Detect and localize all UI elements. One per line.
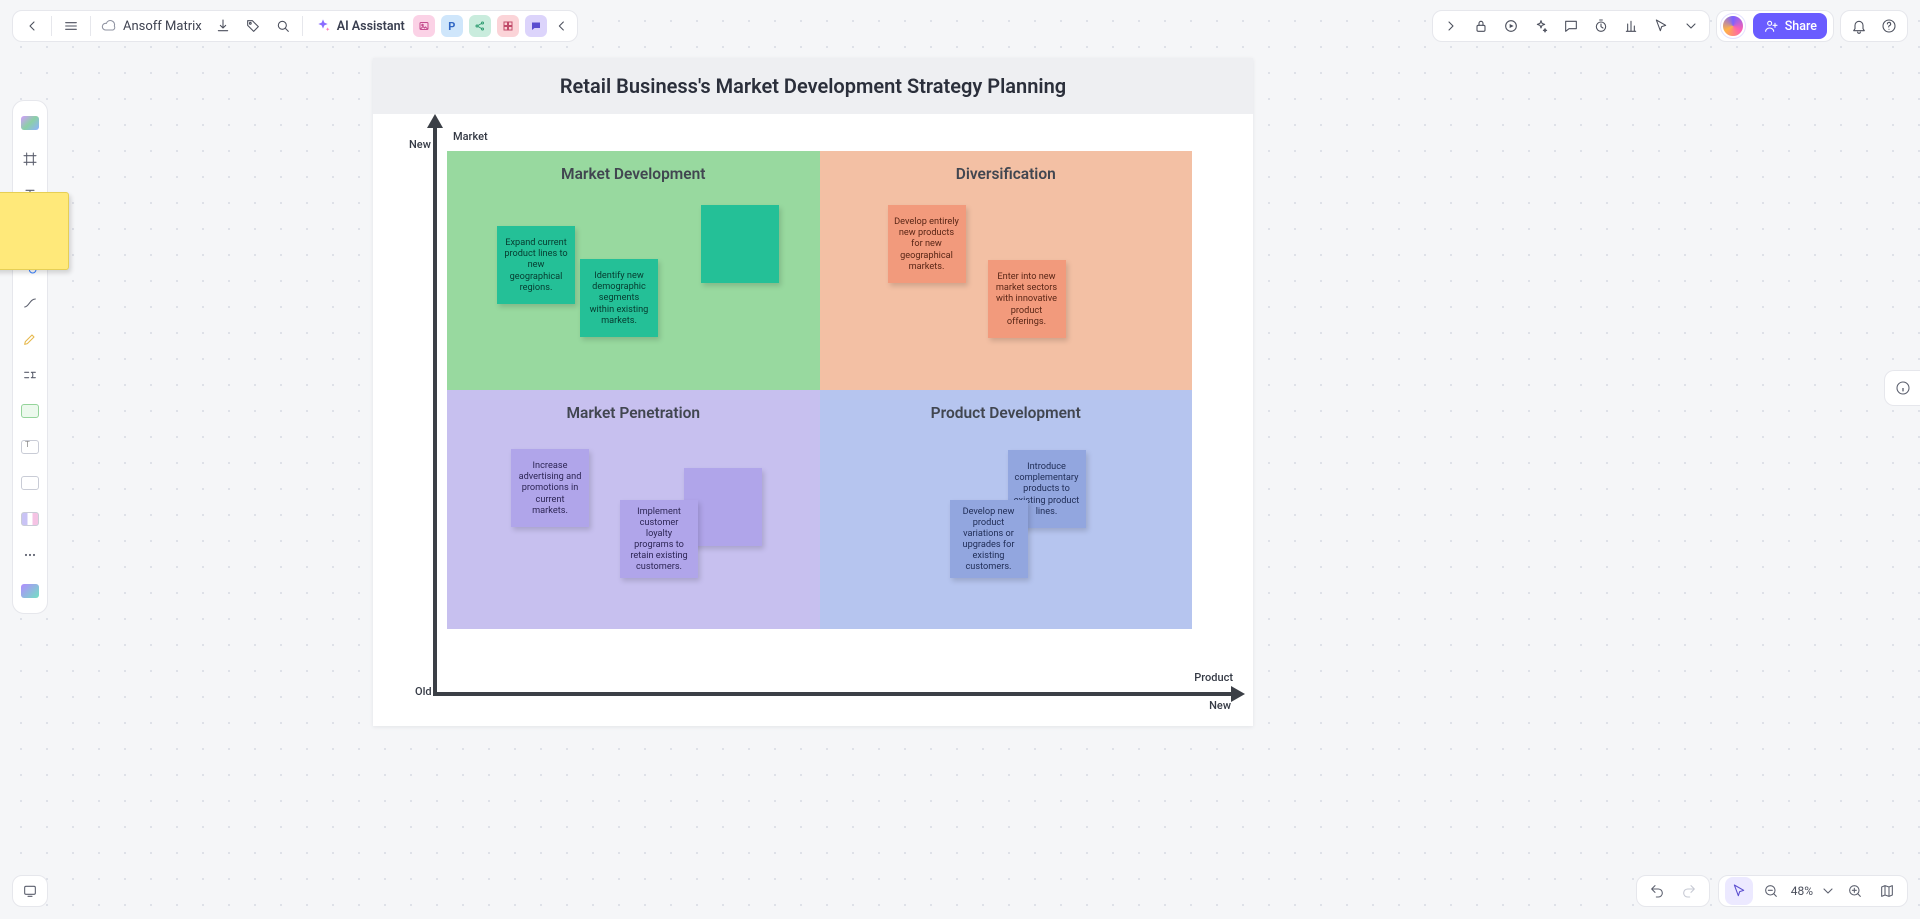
diagram-title: Retail Business's Market Development Str… (373, 58, 1253, 114)
mindmap-tool-icon[interactable] (16, 361, 44, 389)
y-axis (433, 126, 437, 696)
sticky-note[interactable]: Identify new demographic segments within… (580, 259, 658, 337)
share-group: Share (1716, 10, 1834, 42)
view-controls-group: 48% (1718, 875, 1908, 907)
minimap-icon[interactable] (1873, 877, 1901, 905)
timer-icon[interactable] (1587, 11, 1615, 41)
comment-icon[interactable] (1557, 11, 1585, 41)
menu-icon[interactable] (56, 11, 86, 41)
y-axis-arrow-icon (427, 114, 443, 128)
table-tool[interactable] (16, 397, 44, 425)
axis-label-new-y: New (409, 138, 431, 151)
frame-tool-icon[interactable] (16, 145, 44, 173)
zoom-in-icon[interactable] (1841, 877, 1869, 905)
chip-grid-icon[interactable] (497, 15, 519, 37)
document-title[interactable]: Ansoff Matrix (95, 18, 208, 34)
pointer-icon[interactable] (1647, 11, 1675, 41)
quadrant-product-development[interactable]: Product Development Introduce complement… (820, 390, 1193, 629)
collapse-chips-icon[interactable] (551, 11, 573, 41)
share-person-icon (1763, 18, 1779, 34)
download-icon[interactable] (208, 11, 238, 41)
sticky-note[interactable]: Expand current product lines to new geog… (497, 226, 575, 304)
document-tool[interactable] (16, 433, 44, 461)
zoom-dropdown-icon[interactable] (1819, 877, 1837, 905)
ansoff-matrix-frame[interactable]: Retail Business's Market Development Str… (373, 58, 1253, 726)
axis-label-new-x: New (1209, 699, 1231, 712)
chip-share-icon[interactable] (469, 15, 491, 37)
sticky-note[interactable]: Develop new product variations or upgrad… (950, 500, 1028, 578)
theme-tool[interactable] (16, 109, 44, 137)
pen-tool-icon[interactable] (16, 325, 44, 353)
divider (90, 16, 91, 36)
x-axis-arrow-icon (1231, 686, 1245, 702)
back-icon[interactable] (17, 11, 47, 41)
chip-p[interactable]: P (441, 15, 463, 37)
sticky-note[interactable]: Enter into new market sectors with innov… (988, 260, 1066, 338)
undo-icon[interactable] (1643, 877, 1671, 905)
top-right-toolbar: Share (1432, 10, 1908, 42)
sticky-note-blank[interactable] (701, 205, 779, 283)
zoom-level[interactable]: 48% (1789, 884, 1815, 898)
assistant-chips: P (413, 15, 551, 37)
quadrant-title: Market Development (447, 151, 820, 183)
quadrant-title: Product Development (820, 390, 1193, 422)
divider (51, 16, 52, 36)
cloud-icon (101, 18, 117, 34)
quadrant-diversification[interactable]: Diversification Develop entirely new pro… (820, 151, 1193, 390)
info-panel-toggle-icon[interactable] (1884, 370, 1920, 406)
sticky-note[interactable]: Develop entirely new products for new ge… (888, 205, 966, 283)
quadrant-market-development[interactable]: Market Development Expand current produc… (447, 151, 820, 390)
undo-redo-group (1636, 875, 1710, 907)
document-title-text: Ansoff Matrix (123, 19, 202, 34)
share-button[interactable]: Share (1753, 13, 1827, 39)
ai-assistant-button[interactable]: AI Assistant (307, 18, 413, 34)
quadrant-title: Diversification (820, 151, 1193, 183)
more-tools-icon[interactable] (16, 541, 44, 569)
top-left-toolbar: Ansoff Matrix AI Assistant P (12, 10, 578, 42)
help-icon[interactable] (1875, 11, 1903, 41)
chip-image-icon[interactable] (413, 15, 435, 37)
feedback-button-icon[interactable] (12, 875, 48, 907)
cursor-mode-icon[interactable] (1725, 877, 1753, 905)
chip-chat-icon[interactable] (525, 15, 547, 37)
chevron-down-icon[interactable] (1677, 11, 1705, 41)
present-tools-group (1432, 10, 1710, 42)
x-axis (433, 692, 1233, 696)
sparkle-icon (315, 18, 331, 34)
user-avatar[interactable] (1721, 14, 1745, 38)
sticky-note[interactable]: Implement customer loyalty programs to r… (620, 500, 698, 578)
tag-icon[interactable] (238, 11, 268, 41)
quadrant-market-penetration[interactable]: Market Penetration Increase advertising … (447, 390, 820, 629)
quadrant-title: Market Penetration (447, 390, 820, 422)
search-icon[interactable] (268, 11, 298, 41)
kanban-tool[interactable] (16, 505, 44, 533)
divider (302, 16, 303, 36)
sticky-note[interactable]: Increase advertising and promotions in c… (511, 449, 589, 527)
app-logo-tool[interactable] (16, 577, 44, 605)
vote-icon[interactable] (1617, 11, 1645, 41)
sparkle-tool-icon[interactable] (1527, 11, 1555, 41)
expand-right-icon[interactable] (1437, 11, 1465, 41)
zoom-out-icon[interactable] (1757, 877, 1785, 905)
left-tool-panel (12, 100, 48, 614)
share-label: Share (1785, 19, 1817, 34)
ai-assistant-label: AI Assistant (337, 19, 405, 34)
axis-label-old: Old (415, 685, 432, 698)
redo-icon[interactable] (1675, 877, 1703, 905)
list-tool[interactable] (16, 469, 44, 497)
quadrants: Market Development Expand current produc… (447, 151, 1192, 629)
play-icon[interactable] (1497, 11, 1525, 41)
bell-icon[interactable] (1845, 11, 1873, 41)
lock-icon[interactable] (1467, 11, 1495, 41)
connector-tool-icon[interactable] (16, 289, 44, 317)
bottom-right-controls: 48% (1636, 875, 1908, 907)
help-group (1840, 10, 1908, 42)
sticky-tool[interactable] (16, 217, 44, 245)
